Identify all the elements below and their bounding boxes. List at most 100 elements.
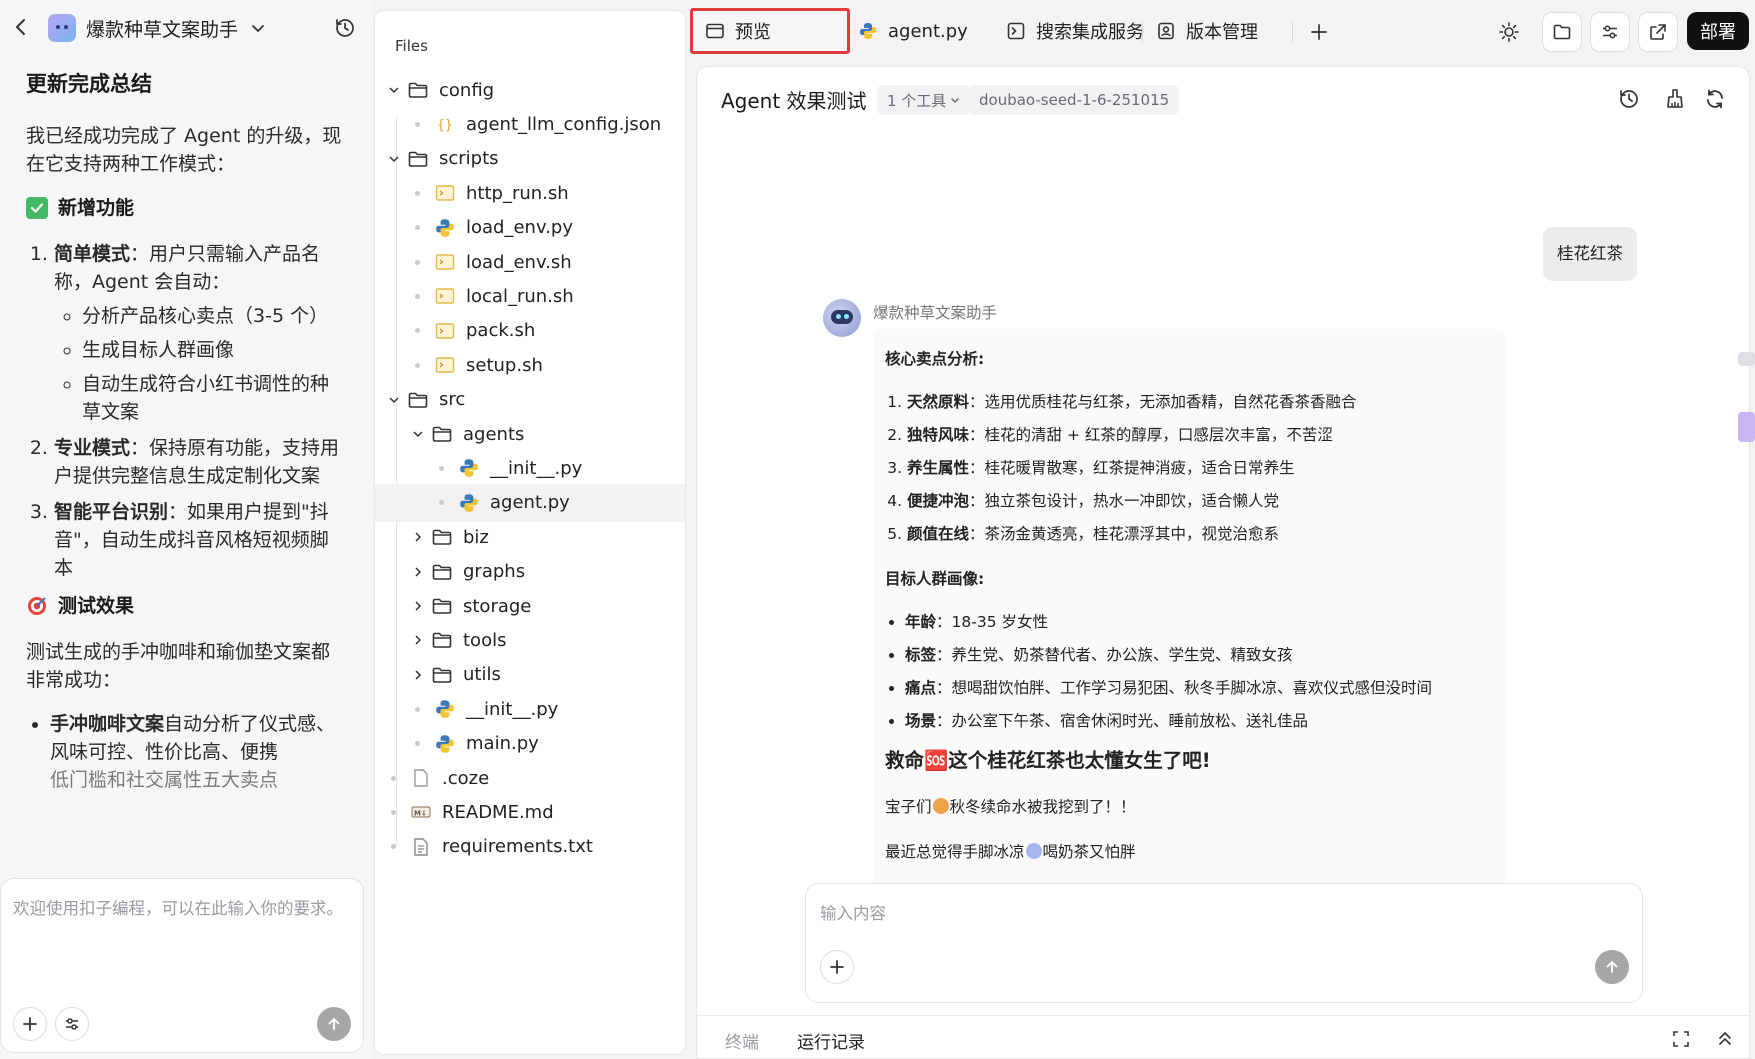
tree-item-label: scripts — [439, 148, 499, 170]
tab-run-logs[interactable]: 运行记录 — [797, 1028, 865, 1053]
tree-item-label: load_env.sh — [466, 251, 572, 273]
tree-folder[interactable]: config — [375, 71, 685, 109]
settings-button[interactable] — [55, 1007, 89, 1041]
tree-folder[interactable]: biz — [375, 518, 685, 556]
tree-file[interactable]: pack.sh — [375, 312, 685, 350]
tree-file[interactable]: setup.sh — [375, 346, 685, 384]
chevron-down-icon[interactable] — [250, 20, 266, 36]
list-item: 养生属性：桂花暖胃散寒，红茶提神消疲，适合日常养生 — [907, 452, 1493, 485]
tab-version-management[interactable]: 版本管理 — [1156, 8, 1258, 54]
chevron-right-icon[interactable] — [411, 599, 425, 613]
preview-input-box[interactable]: 输入内容 — [805, 883, 1643, 1003]
history-icon[interactable] — [334, 17, 356, 39]
tree-file[interactable]: requirements.txt — [375, 828, 685, 866]
chevron-right-icon[interactable] — [411, 633, 425, 647]
chat-input-placeholder[interactable]: 欢迎使用扣子编程，可以在此输入你的要求。 — [13, 895, 343, 919]
chevron-down-icon[interactable] — [387, 83, 401, 97]
shell-file-icon — [434, 285, 456, 307]
tree-file[interactable]: {} agent_llm_config.json — [375, 105, 685, 143]
json-file-icon: {} — [434, 113, 456, 135]
collapse-up-icon[interactable] — [1715, 1029, 1735, 1049]
send-button[interactable] — [317, 1007, 351, 1041]
add-tab-icon[interactable] — [1309, 22, 1329, 42]
chevron-right-icon[interactable] — [411, 565, 425, 579]
theme-sun-icon[interactable] — [1498, 21, 1520, 43]
tree-item-label: agents — [463, 423, 525, 445]
tree-file[interactable]: agent.py — [375, 483, 685, 522]
chevron-right-icon[interactable] — [411, 530, 425, 544]
tree-bullet — [391, 809, 396, 815]
tree-folder[interactable]: tools — [375, 621, 685, 659]
shell-file-icon — [434, 251, 456, 273]
list-item: 手冲咖啡文案自动分析了仪式感、风味可控、性价比高、便携低门槛和社交属性五大卖点 — [50, 710, 346, 794]
post-title: 救命🆘这个桂花红茶也太懂女生了吧! — [885, 749, 1211, 772]
tree-file[interactable]: load_env.py — [375, 209, 685, 247]
chevron-down-icon[interactable] — [387, 393, 401, 407]
folder-icon — [1553, 24, 1571, 40]
hand-emoji-icon — [932, 798, 949, 814]
tree-item-label: http_run.sh — [466, 182, 569, 204]
chat-message-area[interactable]: 更新完成总结 我已经成功完成了 Agent 的升级，现在它支持两种工作模式： 新… — [0, 60, 372, 875]
tree-item-label: src — [439, 389, 466, 411]
preview-title: Agent 效果测试 — [721, 89, 867, 113]
list-item: 标签：养生党、奶茶替代者、办公族、学生党、精致女孩 — [905, 639, 1493, 672]
tree-file[interactable]: .coze — [375, 759, 685, 797]
tree-bullet — [439, 465, 444, 471]
clean-brush-icon[interactable] — [1663, 87, 1687, 111]
tree-file[interactable]: load_env.sh — [375, 243, 685, 281]
tree-file[interactable]: local_run.sh — [375, 277, 685, 315]
tree-file[interactable]: __init__.py — [375, 690, 685, 728]
python-icon — [434, 733, 456, 755]
tree-file[interactable]: http_run.sh — [375, 174, 685, 212]
folder-button[interactable] — [1542, 12, 1582, 52]
tree-folder[interactable]: src — [375, 381, 685, 419]
add-button[interactable] — [13, 1007, 47, 1041]
tree-folder[interactable]: scripts — [375, 140, 685, 178]
preview-input-placeholder[interactable]: 输入内容 — [820, 900, 886, 924]
list-item: 便捷冲泡：独立茶包设计，热水一冲即饮，适合懒人党 — [907, 485, 1493, 518]
tab-preview[interactable]: 预览 — [690, 8, 850, 54]
fullscreen-icon[interactable] — [1671, 1029, 1691, 1049]
tools-dropdown[interactable]: 1 个工具 — [877, 85, 972, 115]
add-attachment-button[interactable] — [820, 950, 854, 984]
arrow-up-icon — [1606, 960, 1618, 973]
python-icon — [434, 217, 456, 239]
tab-terminal[interactable]: 终端 — [725, 1028, 759, 1053]
send-button[interactable] — [1595, 950, 1629, 984]
tree-file[interactable]: M↓ README.md — [375, 793, 685, 831]
history-icon[interactable] — [1617, 87, 1641, 111]
list-item: 天然原料：选用优质桂花与红茶，无添加香精，自然花香茶香融合 — [907, 386, 1493, 419]
chevron-right-icon[interactable] — [411, 668, 425, 682]
list-item: 场景：办公室下午茶、宿舍休闲时光、睡前放松、送礼佳品 — [905, 705, 1493, 738]
tree-file[interactable]: __init__.py — [375, 449, 685, 487]
simple-steps-list: 分析产品核心卖点（3-5 个） 生成目标人群画像 自动生成符合小红书调性的种草文… — [54, 302, 346, 426]
chevron-down-icon[interactable] — [387, 152, 401, 166]
tree-folder[interactable]: agents — [375, 415, 685, 453]
app-avatar — [48, 14, 76, 42]
tree-bullet — [439, 500, 444, 506]
back-arrow-icon[interactable] — [10, 16, 32, 38]
tree-item-label: .coze — [442, 767, 490, 789]
tab-agent-py[interactable]: agent.py — [858, 8, 968, 54]
chat-input-box[interactable]: 欢迎使用扣子编程，可以在此输入你的要求。 — [0, 878, 364, 1053]
check-mark-icon — [26, 197, 48, 219]
tab-search-service[interactable]: 搜索集成服务 — [1006, 8, 1144, 54]
window-icon — [706, 23, 724, 39]
shell-file-icon — [434, 354, 456, 376]
tree-folder[interactable]: graphs — [375, 553, 685, 591]
chevron-down-icon[interactable] — [411, 427, 425, 441]
tree-file[interactable]: main.py — [375, 725, 685, 763]
compare-button[interactable] — [1590, 12, 1630, 52]
app-title[interactable]: 爆款种草文案助手 — [86, 15, 238, 42]
tree-item-label: tools — [463, 629, 507, 651]
refresh-icon[interactable] — [1703, 87, 1727, 111]
tree-bullet — [415, 190, 420, 196]
test-list: 手冲咖啡文案自动分析了仪式感、风味可控、性价比高、便携低门槛和社交属性五大卖点 — [26, 710, 346, 794]
open-external-button[interactable] — [1638, 12, 1678, 52]
deploy-button[interactable]: 部署 — [1687, 12, 1749, 50]
tree-folder[interactable]: storage — [375, 587, 685, 625]
tree-folder[interactable]: utils — [375, 656, 685, 694]
tree-item-label: load_env.py — [466, 217, 574, 239]
side-handle — [1738, 412, 1755, 442]
text-file-icon — [410, 836, 432, 858]
